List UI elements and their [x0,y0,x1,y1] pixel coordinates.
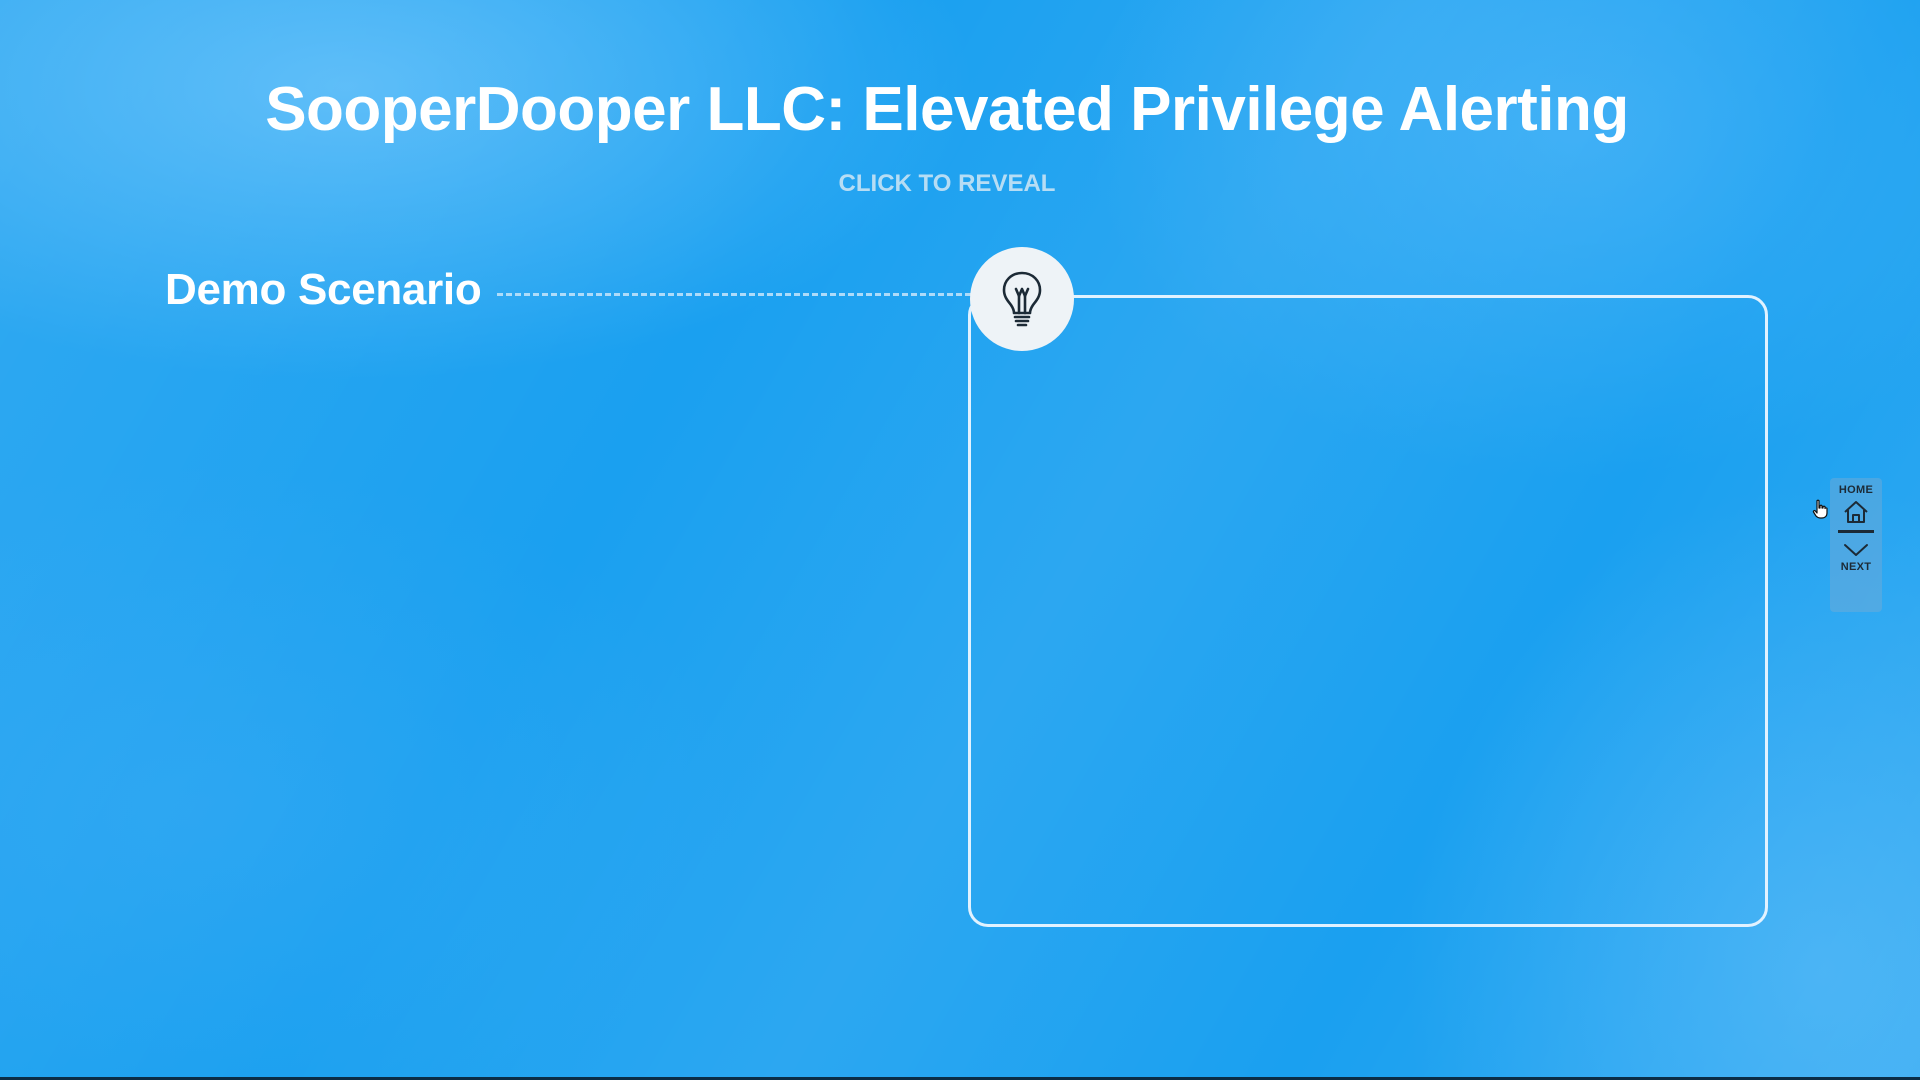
dashed-connector-line [497,293,971,296]
home-icon [1844,501,1868,523]
pointer-cursor-icon [1812,499,1828,524]
scenario-label: Demo Scenario [165,265,482,314]
click-to-reveal-hint: CLICK TO REVEAL [838,170,1056,197]
chevron-down-icon [1843,544,1868,556]
reveal-content-frame [968,295,1768,927]
next-button[interactable]: NEXT [1841,543,1872,573]
slide-navigation: HOME NEXT [1830,478,1882,612]
home-label: HOME [1838,484,1874,496]
home-button[interactable]: HOME [1839,484,1873,524]
nav-divider [1838,530,1874,533]
lightbulb-icon [1002,271,1042,327]
reveal-button[interactable] [970,247,1074,351]
next-label: NEXT [1840,561,1872,573]
page-title: SooperDooper LLC: Elevated Privilege Ale… [265,75,1629,144]
